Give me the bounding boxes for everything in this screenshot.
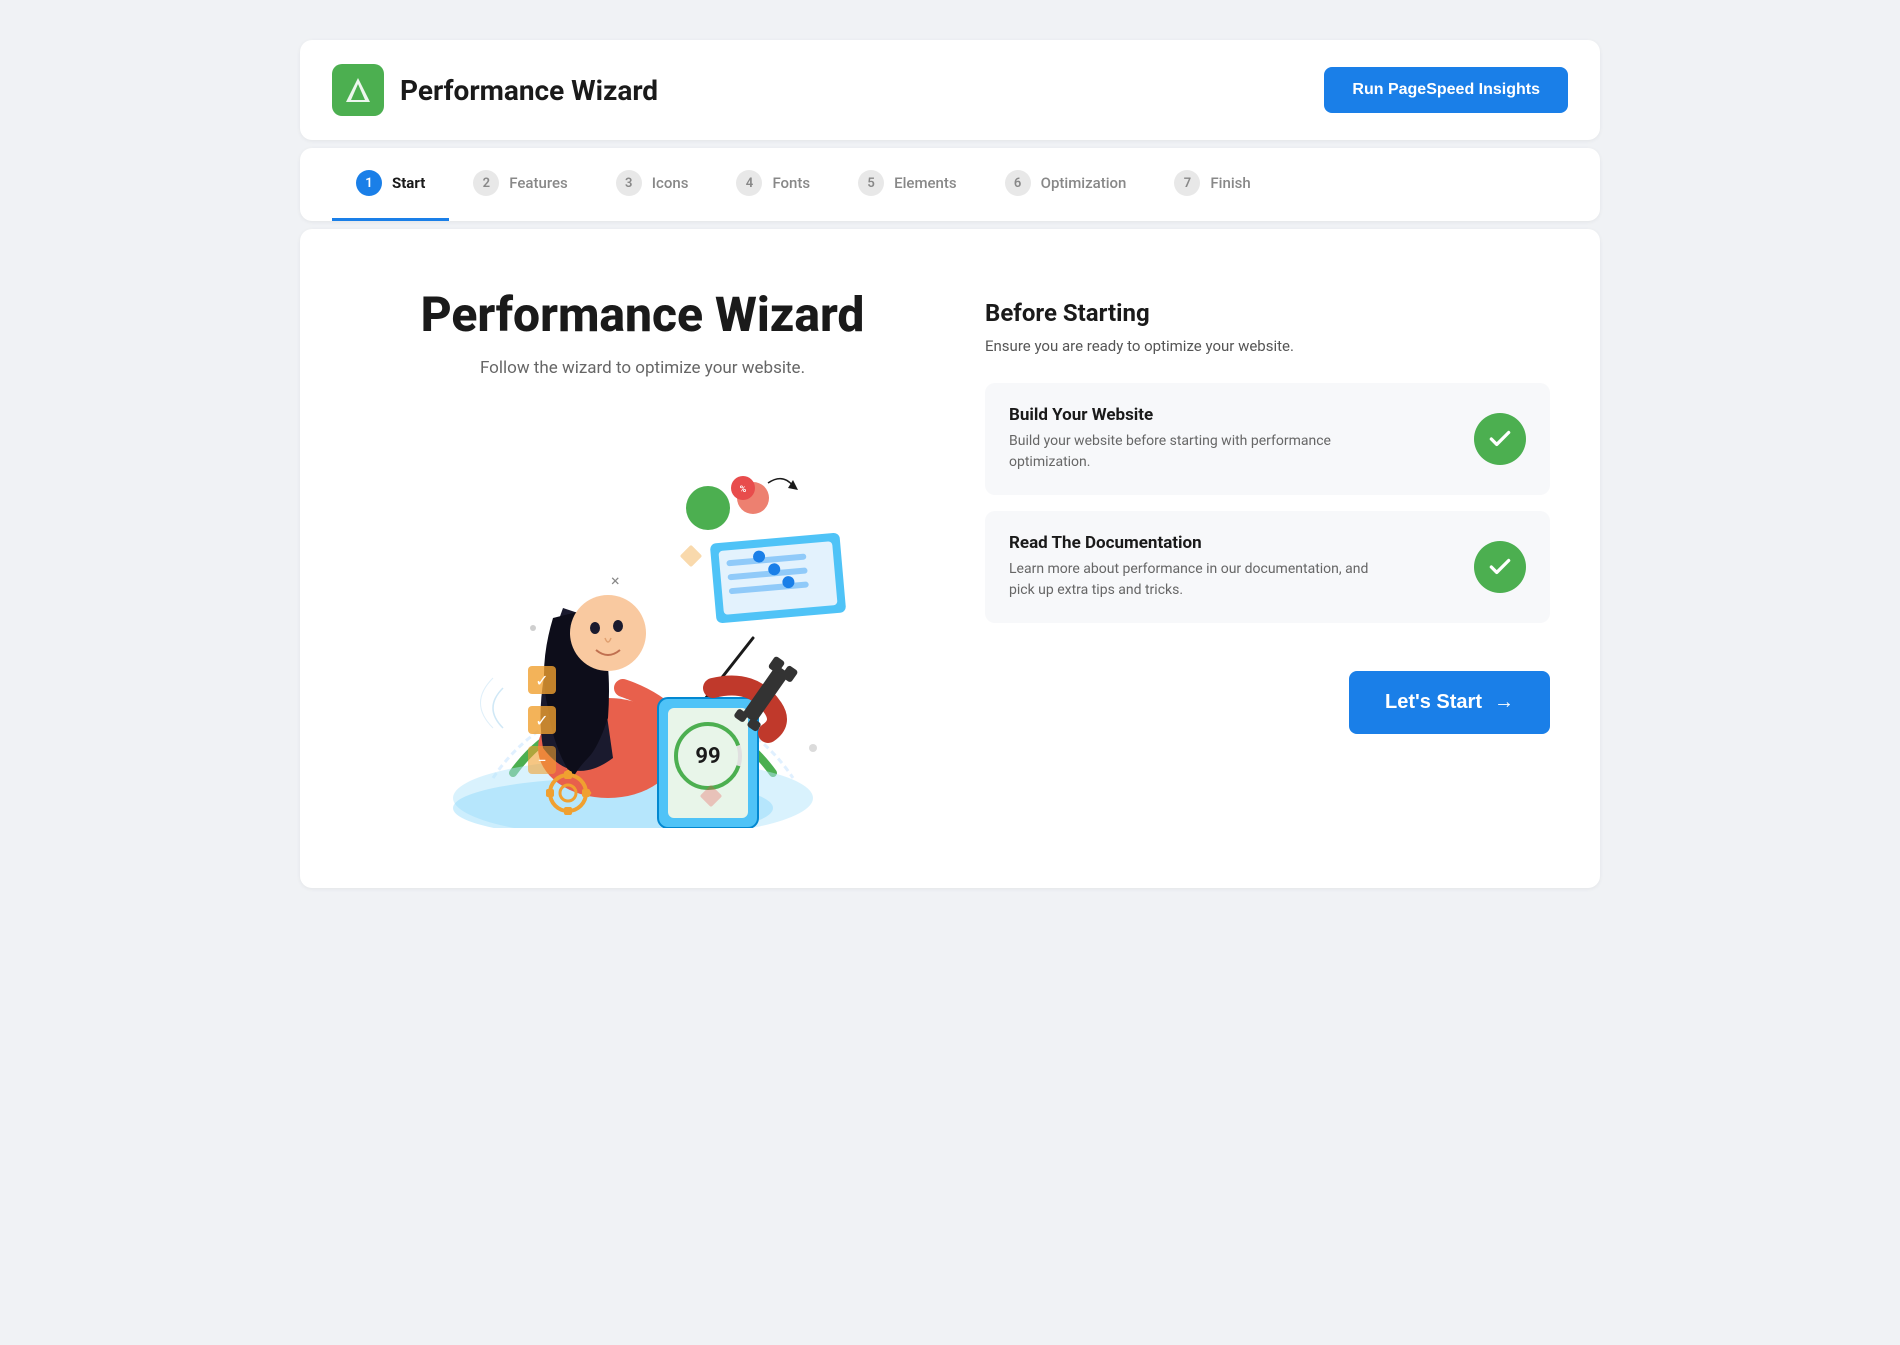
step-item-icons[interactable]: 3 Icons: [592, 148, 713, 221]
step-label-fonts: Fonts: [772, 174, 810, 192]
header-left: Performance Wizard: [332, 64, 658, 116]
step-num-6: 6: [1005, 170, 1031, 196]
checklist-title-docs: Read The Documentation: [1009, 533, 1369, 553]
left-panel: Performance Wizard Follow the wizard to …: [360, 289, 925, 828]
checklist-text-docs: Read The Documentation Learn more about …: [1009, 533, 1369, 601]
step-label-elements: Elements: [894, 174, 957, 192]
step-num-3: 3: [616, 170, 642, 196]
main-title: Performance Wizard: [421, 289, 865, 342]
page-container: Performance Wizard Run PageSpeed Insight…: [300, 40, 1600, 888]
svg-text:✓: ✓: [535, 671, 548, 690]
checklist-desc-docs: Learn more about performance in our docu…: [1009, 559, 1369, 601]
step-label-features: Features: [509, 174, 567, 192]
svg-text:−: −: [537, 751, 546, 770]
logo-box: [332, 64, 384, 116]
lets-start-label: Let's Start: [1385, 691, 1482, 714]
logo-icon: [342, 74, 374, 106]
checklist-title-build: Build Your Website: [1009, 405, 1369, 425]
svg-text:×: ×: [611, 571, 620, 590]
lets-start-arrow: →: [1494, 691, 1514, 714]
step-label-finish: Finish: [1210, 174, 1250, 192]
step-num-4: 4: [736, 170, 762, 196]
main-card: Performance Wizard Follow the wizard to …: [300, 229, 1600, 888]
step-item-finish[interactable]: 7 Finish: [1150, 148, 1274, 221]
step-item-optimization[interactable]: 6 Optimization: [981, 148, 1151, 221]
step-label-icons: Icons: [652, 174, 689, 192]
svg-text:%: %: [739, 485, 746, 495]
steps-row: 1 Start 2 Features 3 Icons 4 Fonts 5 Ele…: [332, 148, 1568, 221]
lets-start-button[interactable]: Let's Start →: [1349, 671, 1550, 734]
illustration-svg: 99 ✓ ✓: [413, 408, 873, 828]
header-title: Performance Wizard: [400, 74, 658, 107]
checklist-item-build: Build Your Website Build your website be…: [985, 383, 1550, 495]
step-num-2: 2: [473, 170, 499, 196]
step-item-features[interactable]: 2 Features: [449, 148, 591, 221]
step-num-1: 1: [356, 170, 382, 196]
check-circle-docs: [1474, 541, 1526, 593]
run-pagespeed-button[interactable]: Run PageSpeed Insights: [1324, 67, 1568, 113]
step-item-fonts[interactable]: 4 Fonts: [712, 148, 834, 221]
before-desc: Ensure you are ready to optimize your we…: [985, 337, 1550, 355]
step-label-optimization: Optimization: [1041, 174, 1127, 192]
check-icon-docs: [1487, 554, 1513, 580]
step-num-7: 7: [1174, 170, 1200, 196]
steps-card: 1 Start 2 Features 3 Icons 4 Fonts 5 Ele…: [300, 148, 1600, 221]
step-num-5: 5: [858, 170, 884, 196]
before-title: Before Starting: [985, 299, 1550, 327]
svg-text:✓: ✓: [535, 711, 548, 730]
checklist-item-docs: Read The Documentation Learn more about …: [985, 511, 1550, 623]
step-item-start[interactable]: 1 Start: [332, 148, 449, 221]
illustration: 99 ✓ ✓: [413, 408, 873, 828]
svg-text:99: 99: [695, 744, 720, 769]
check-circle-build: [1474, 413, 1526, 465]
check-icon-build: [1487, 426, 1513, 452]
right-panel: Before Starting Ensure you are ready to …: [985, 289, 1550, 828]
checklist-desc-build: Build your website before starting with …: [1009, 431, 1369, 473]
header-card: Performance Wizard Run PageSpeed Insight…: [300, 40, 1600, 140]
step-item-elements[interactable]: 5 Elements: [834, 148, 981, 221]
step-label-start: Start: [392, 174, 425, 192]
main-subtitle: Follow the wizard to optimize your websi…: [480, 358, 805, 378]
checklist-text-build: Build Your Website Build your website be…: [1009, 405, 1369, 473]
